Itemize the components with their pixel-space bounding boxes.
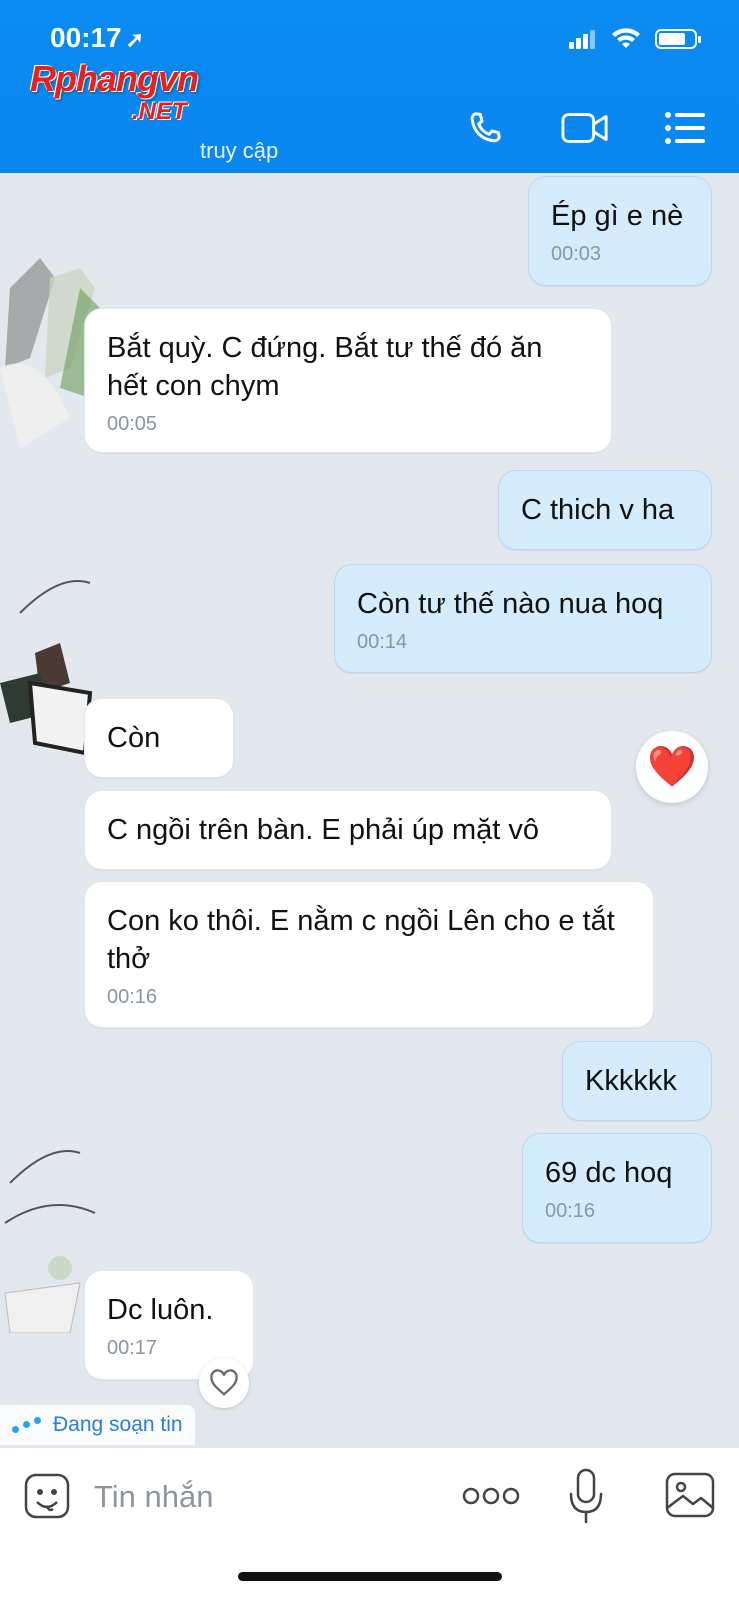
- typing-indicator: Đang soạn tin: [0, 1405, 195, 1445]
- message-text: C ngồi trên bàn. E phải úp mặt vô: [107, 814, 540, 846]
- heart-outline-icon: [210, 1369, 238, 1396]
- message-text: Còn: [107, 722, 161, 754]
- message-text: C thich v ha: [521, 494, 675, 526]
- header-actions: [461, 104, 709, 152]
- microphone-icon[interactable]: [568, 1468, 604, 1524]
- composer-row: [0, 1448, 739, 1544]
- more-dots-icon[interactable]: [462, 1484, 520, 1508]
- status-time-text: 00:17: [50, 22, 122, 53]
- message-timestamp: 00:14: [357, 631, 408, 653]
- message-list[interactable]: Ép gì e nè 00:03 Bắt quỳ. C đứng. Bắt tư…: [0, 173, 739, 1448]
- incoming-message[interactable]: C ngồi trên bàn. E phải úp mặt vô: [84, 790, 612, 870]
- typing-indicator-text: Đang soạn tin: [53, 1413, 183, 1436]
- message-timestamp: 00:16: [545, 1200, 596, 1222]
- wifi-icon: [612, 28, 640, 48]
- outgoing-message[interactable]: Còn tư thế nào nua hoq 00:14: [334, 564, 712, 673]
- message-text: Dc luôn.: [107, 1294, 214, 1326]
- message-text: Còn tư thế nào nua hoq: [357, 588, 664, 620]
- phone-icon: [470, 112, 501, 143]
- message-input[interactable]: [92, 1472, 426, 1522]
- status-icons: [569, 28, 701, 50]
- message-timestamp: 00:05: [107, 413, 158, 435]
- location-arrow-icon: ➚: [125, 27, 145, 52]
- incoming-message[interactable]: Con ko thôi. E nằm c ngồi Lên cho e tắt …: [84, 881, 654, 1028]
- image-gallery-icon[interactable]: [665, 1472, 715, 1518]
- message-text: Kkkkkk: [585, 1065, 677, 1097]
- outgoing-message[interactable]: 69 dc hoq 00:16: [522, 1133, 712, 1243]
- outgoing-message[interactable]: Ép gì e nè 00:03: [528, 176, 712, 286]
- home-indicator: [238, 1572, 502, 1581]
- message-text: Bắt quỳ. C đứng. Bắt tư thế đó ăn hết co…: [107, 332, 543, 402]
- outgoing-message[interactable]: Kkkkkk: [562, 1041, 712, 1121]
- message-timestamp: 00:03: [551, 243, 602, 265]
- message-text: 69 dc hoq: [545, 1157, 673, 1189]
- incoming-message[interactable]: Bắt quỳ. C đứng. Bắt tư thế đó ăn hết co…: [84, 308, 612, 453]
- header-subtitle: truy cập: [200, 138, 279, 163]
- emoji-sticker-icon[interactable]: [23, 1472, 71, 1520]
- message-timestamp: 00:16: [107, 986, 158, 1008]
- watermark-logo: Rphangvn: [30, 58, 199, 99]
- composer-bar: [0, 1448, 739, 1600]
- list-menu-icon: [665, 112, 705, 144]
- watermark-logo-suffix: .NET: [132, 98, 187, 125]
- chat-header: 00:17 ➚ Rphangvn .NET truy cập: [0, 0, 739, 173]
- heart-reaction-button[interactable]: ❤️: [636, 731, 708, 803]
- call-button[interactable]: [461, 104, 509, 152]
- message-timestamp: 00:17: [107, 1337, 158, 1359]
- conversation-menu-button[interactable]: [661, 104, 709, 152]
- message-text: Con ko thôi. E nằm c ngồi Lên cho e tắt …: [107, 905, 615, 975]
- status-time: 00:17 ➚: [50, 22, 144, 54]
- message-text: Ép gì e nè: [551, 200, 684, 232]
- video-camera-icon: [561, 113, 608, 143]
- heart-icon: ❤️: [647, 745, 697, 789]
- battery-icon: [655, 29, 701, 49]
- react-button[interactable]: [199, 1358, 249, 1408]
- incoming-message[interactable]: Còn: [84, 698, 234, 778]
- video-call-button[interactable]: [561, 104, 609, 152]
- signal-icon: [569, 30, 595, 49]
- typing-dots-icon: [12, 1417, 41, 1433]
- outgoing-message[interactable]: C thich v ha: [498, 470, 712, 550]
